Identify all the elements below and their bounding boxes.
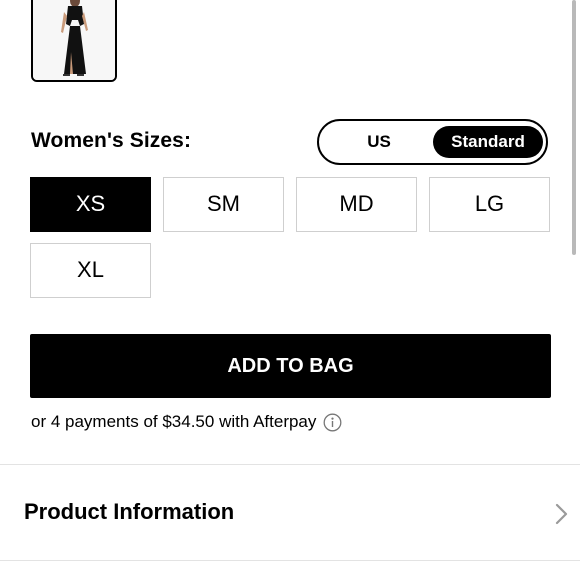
size-system-standard[interactable]: Standard — [433, 126, 543, 158]
size-xl-button[interactable]: XL — [30, 243, 151, 298]
scrollbar[interactable] — [572, 0, 576, 255]
divider — [0, 560, 580, 561]
size-md-button[interactable]: MD — [296, 177, 417, 232]
info-circle-icon[interactable] — [323, 413, 342, 432]
size-system-us[interactable]: US — [327, 126, 431, 158]
size-lg-button[interactable]: LG — [429, 177, 550, 232]
dress-image — [33, 0, 115, 80]
product-information-title: Product Information — [24, 499, 235, 524]
divider — [0, 464, 580, 465]
size-sm-button[interactable]: SM — [163, 177, 284, 232]
size-xs-button[interactable]: XS — [30, 177, 151, 232]
afterpay-text: or 4 payments of $34.50 with Afterpay — [31, 412, 317, 431]
size-system-toggle[interactable]: US Standard — [317, 119, 548, 165]
afterpay-message: or 4 payments of $34.50 with Afterpay — [31, 412, 342, 432]
chevron-right-icon — [555, 503, 569, 530]
sizes-label: Women's Sizes: — [31, 129, 192, 152]
product-thumbnail[interactable] — [31, 0, 117, 82]
product-information-row[interactable]: Product Information — [0, 466, 580, 560]
add-to-bag-button[interactable]: ADD TO BAG — [30, 334, 551, 398]
